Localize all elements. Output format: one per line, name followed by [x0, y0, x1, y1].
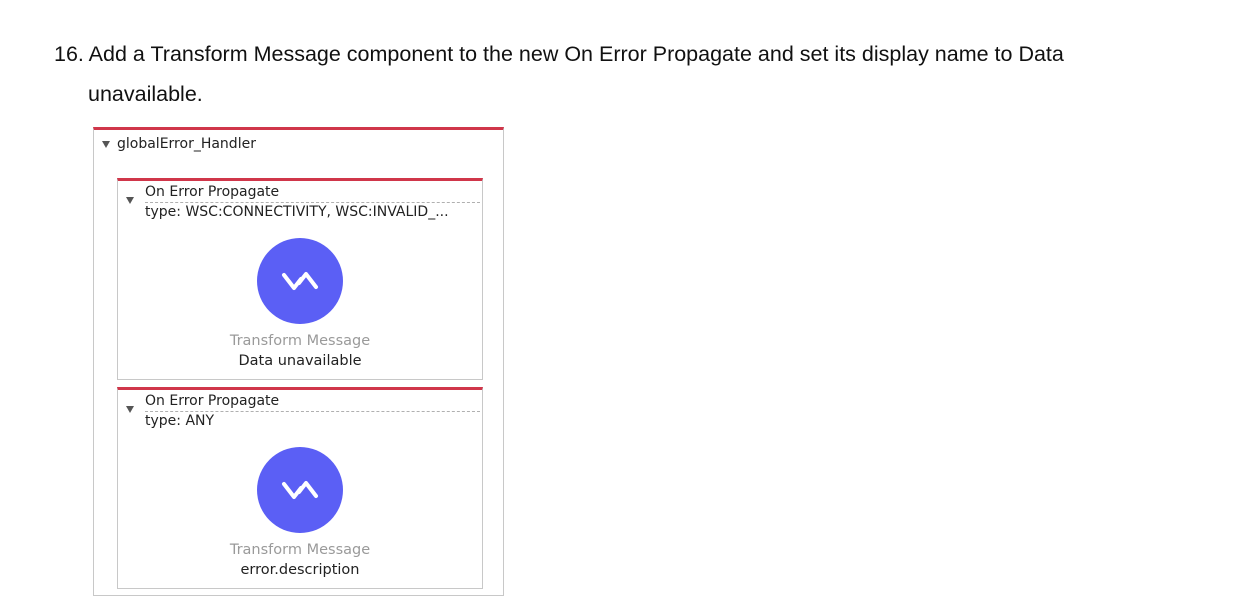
component-display-name: Data unavailable	[238, 353, 362, 369]
component-type-label: Transform Message	[229, 542, 371, 558]
component-display-name: error.description	[240, 562, 360, 578]
transform-message-component[interactable]: Transform Message Data unavailable	[118, 238, 482, 372]
error-handler-container[interactable]: globalError_Handler On Error Propagate t…	[93, 127, 504, 596]
transform-message-component[interactable]: Transform Message error.description	[118, 447, 482, 581]
scope-title: On Error Propagate	[145, 184, 280, 200]
scope-divider	[145, 202, 480, 203]
step-instruction: 16. Add a Transform Message component to…	[54, 34, 1234, 114]
collapse-triangle-icon[interactable]	[102, 140, 110, 148]
instruction-line-2: unavailable.	[88, 82, 203, 106]
error-handler-header[interactable]: globalError_Handler	[102, 136, 256, 152]
instruction-line-1: 16. Add a Transform Message component to…	[54, 42, 1064, 66]
scope-divider	[145, 411, 480, 412]
scope-title: On Error Propagate	[145, 393, 280, 409]
error-handler-name: globalError_Handler	[117, 136, 256, 152]
transform-message-icon[interactable]	[257, 447, 343, 533]
scope-error-type: type: WSC:CONNECTIVITY, WSC:INVALID_...	[145, 204, 449, 220]
transform-message-icon[interactable]	[257, 238, 343, 324]
on-error-propagate-scope[interactable]: On Error Propagate type: WSC:CONNECTIVIT…	[117, 178, 483, 380]
component-type-label: Transform Message	[229, 333, 371, 349]
on-error-propagate-scope[interactable]: On Error Propagate type: ANY Transform M…	[117, 387, 483, 589]
collapse-triangle-icon[interactable]	[126, 197, 134, 204]
collapse-triangle-icon[interactable]	[126, 406, 134, 413]
scope-error-type: type: ANY	[145, 413, 215, 429]
